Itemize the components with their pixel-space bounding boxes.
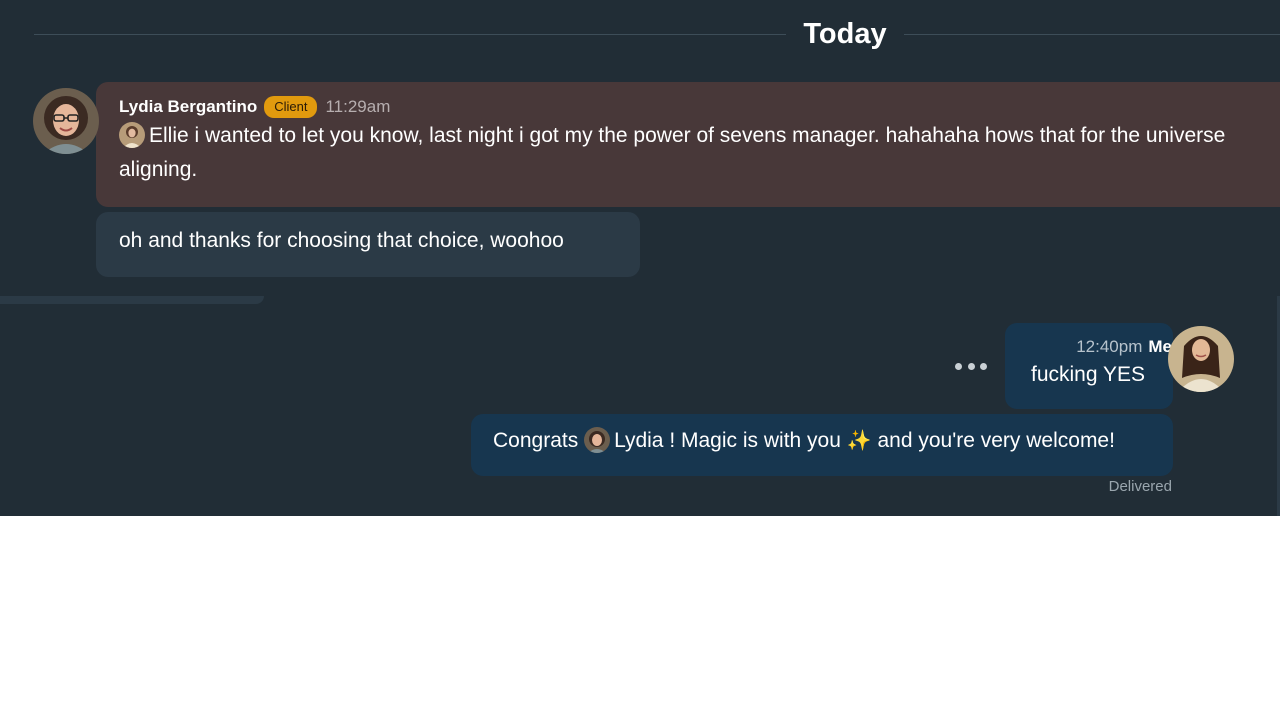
avatar-me[interactable] <box>1168 326 1234 392</box>
outgoing-message-2: Congrats Lydia ! Magic is with you ✨ and… <box>493 424 1115 458</box>
mention-avatar-lydia <box>584 427 611 453</box>
day-divider-line-right <box>904 34 1280 35</box>
outgoing-message-1: fucking YES <box>1030 363 1145 386</box>
mention-lydia[interactable]: Lydia <box>614 429 663 452</box>
sparkles-icon: ✨ <box>846 430 872 452</box>
thread-separator <box>0 296 264 304</box>
day-divider-line-left <box>34 34 786 35</box>
outgoing-message-2-prefix: Congrats <box>493 429 579 452</box>
avatar-lydia[interactable] <box>33 88 99 154</box>
incoming-message-2: oh and thanks for choosing that choice, … <box>119 229 564 252</box>
incoming-message-header: Lydia Bergantino Client 11:29am <box>119 95 390 119</box>
day-divider-label: Today <box>803 18 887 50</box>
delivery-status: Delivered <box>1108 478 1172 495</box>
outgoing-message-2-end: and you're very welcome! <box>877 429 1115 452</box>
outgoing-message-2-suffix: ! Magic is with you <box>669 429 841 452</box>
incoming-message-1: Ellie i wanted to let you know, last nig… <box>119 119 1269 187</box>
incoming-timestamp: 11:29am <box>325 97 391 116</box>
sender-name[interactable]: Lydia Bergantino <box>119 97 257 117</box>
chat-thread: Today Lydia Bergantino Client 11:29am El… <box>0 0 1280 516</box>
more-options-icon[interactable] <box>955 356 987 376</box>
incoming-message-1-text: Ellie i wanted to let you know, last nig… <box>119 124 1226 181</box>
outgoing-timestamp: 12:40pm <box>1076 337 1143 356</box>
mention-avatar-ellie <box>119 122 145 148</box>
client-badge: Client <box>264 96 318 118</box>
outgoing-message-header: 12:40pm Me <box>1076 336 1172 358</box>
